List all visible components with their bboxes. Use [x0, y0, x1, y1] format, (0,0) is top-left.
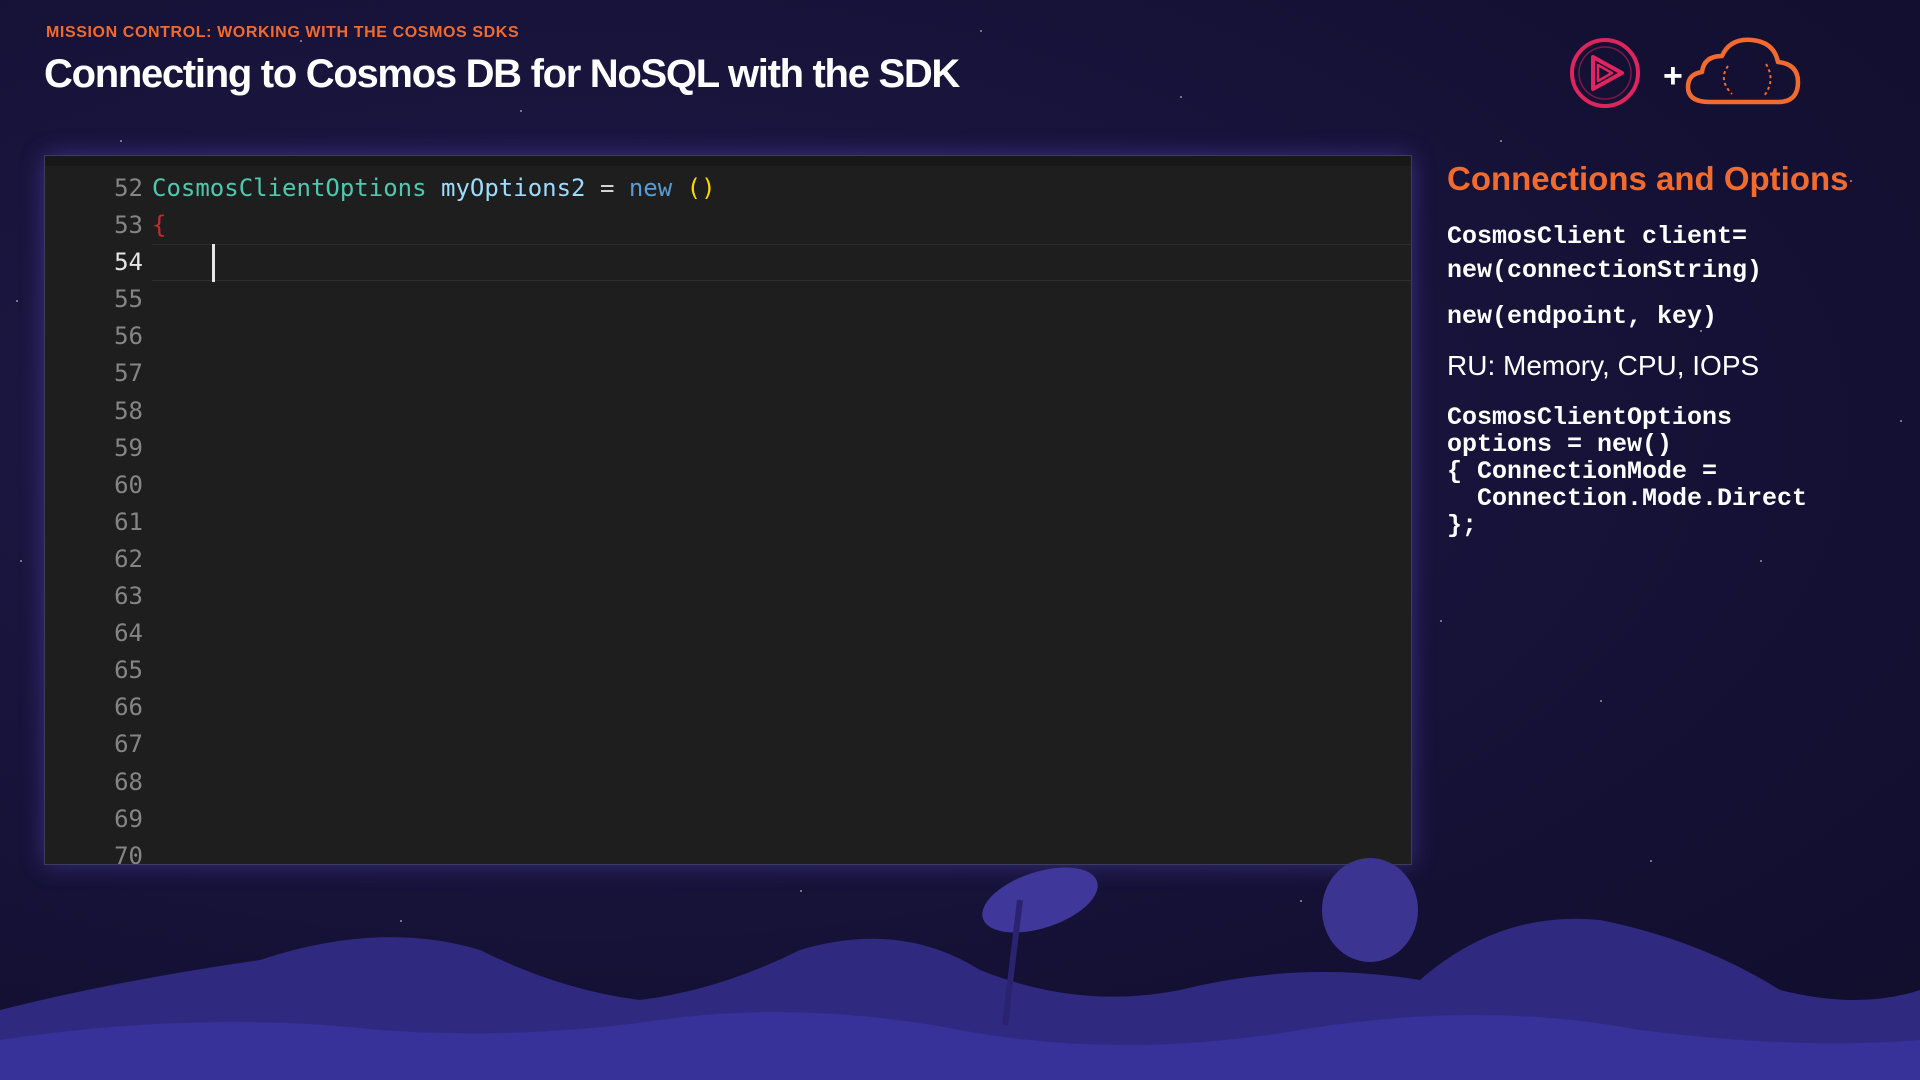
line-number: 68 — [114, 767, 143, 796]
variable-token: myOptions2 — [441, 174, 586, 202]
line-number: 59 — [114, 433, 143, 462]
parens-token: () — [686, 174, 716, 202]
slide-title: Connecting to Cosmos DB for NoSQL with t… — [44, 52, 960, 96]
note-line: Connection.Mode.Direct — [1447, 484, 1808, 513]
cloud-icon — [1685, 37, 1801, 105]
text-cursor — [212, 244, 215, 283]
line-number: 69 — [114, 804, 143, 833]
brace-token: { — [152, 211, 167, 240]
line-number: 55 — [114, 285, 143, 314]
line-number: 66 — [114, 693, 143, 722]
note-line: }; — [1447, 511, 1478, 540]
code-editor[interactable]: 52 53 54 55 56 57 58 59 60 61 62 63 64 6… — [44, 155, 1412, 865]
line-number: 64 — [114, 619, 143, 648]
keyword-token: new — [628, 174, 673, 202]
line-number: 57 — [114, 359, 143, 388]
note-line: new(endpoint, key) — [1447, 302, 1718, 331]
line-number: 67 — [114, 730, 143, 759]
code-line-52[interactable]: CosmosClientOptions myOptions2 = new () — [152, 170, 1411, 207]
moon-landscape — [0, 858, 1920, 1080]
course-kicker: MISSION CONTROL: WORKING WITH THE COSMOS… — [46, 24, 520, 41]
line-number: 65 — [114, 656, 143, 685]
line-number: 61 — [114, 507, 143, 536]
note-line: options = new() — [1447, 430, 1673, 459]
operator-token: = — [599, 174, 615, 202]
note-line: { ConnectionMode = — [1447, 457, 1718, 486]
note-line: RU: Memory, CPU, IOPS — [1447, 350, 1760, 381]
type-token: CosmosClientOptions — [152, 174, 427, 202]
note-line: new(connectionString) — [1447, 256, 1763, 285]
line-number: 63 — [114, 582, 143, 611]
code-line-54-current[interactable] — [152, 244, 1411, 283]
brand-logos: + — [1560, 30, 1840, 120]
code-area[interactable]: CosmosClientOptions myOptions2 = new () … — [152, 170, 1411, 283]
notes-heading: Connections and Options — [1447, 160, 1849, 197]
editor-topbar — [45, 156, 1411, 166]
notes-panel: Connections and Options CosmosClient cli… — [1447, 160, 1907, 539]
code-line-53[interactable]: { — [152, 207, 1411, 244]
line-number: 56 — [114, 322, 143, 351]
note-line: CosmosClientOptions — [1447, 403, 1733, 432]
line-number: 60 — [114, 470, 143, 499]
play-circle-icon — [1570, 38, 1640, 108]
line-number: 58 — [114, 396, 143, 425]
line-number: 62 — [114, 544, 143, 573]
plus-sign: + — [1663, 57, 1683, 95]
note-line: CosmosClient client= — [1447, 222, 1748, 251]
